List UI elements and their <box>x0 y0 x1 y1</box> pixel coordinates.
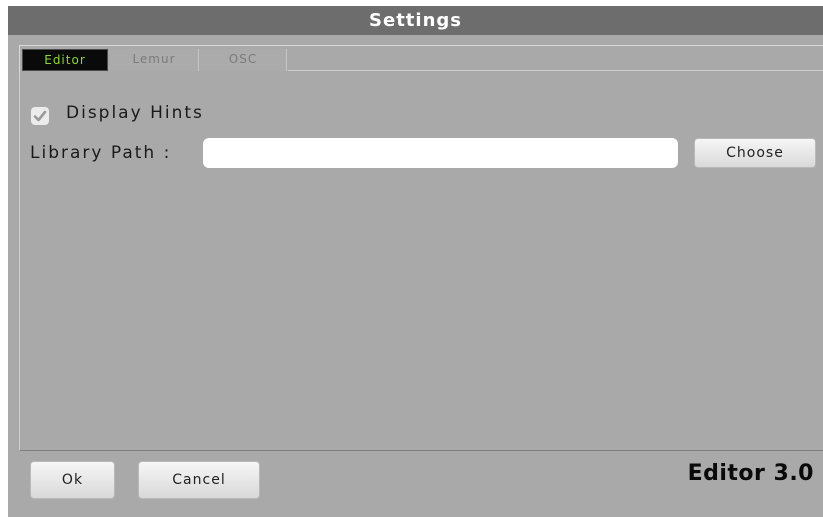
library-path-label: Library Path : <box>30 143 172 163</box>
display-hints-checkbox[interactable] <box>31 107 49 125</box>
tab-editor[interactable]: Editor <box>22 49 108 71</box>
display-hints-label: Display Hints <box>66 103 204 123</box>
tab-bar-divider <box>288 70 823 71</box>
tab-osc[interactable]: OSC <box>200 49 287 71</box>
window-title: Settings <box>8 6 823 35</box>
tab-bar: Editor Lemur OSC <box>19 45 823 73</box>
ok-button[interactable]: Ok <box>30 461 115 499</box>
cancel-button[interactable]: Cancel <box>138 461 260 499</box>
check-icon <box>33 110 47 122</box>
tab-lemur[interactable]: Lemur <box>110 49 199 71</box>
version-label: Editor 3.0 <box>687 461 814 486</box>
settings-window: Settings Editor Lemur OSC Display Hints … <box>8 6 823 517</box>
choose-button[interactable]: Choose <box>694 138 816 168</box>
library-path-input[interactable] <box>203 138 678 168</box>
editor-settings-panel <box>19 73 823 451</box>
